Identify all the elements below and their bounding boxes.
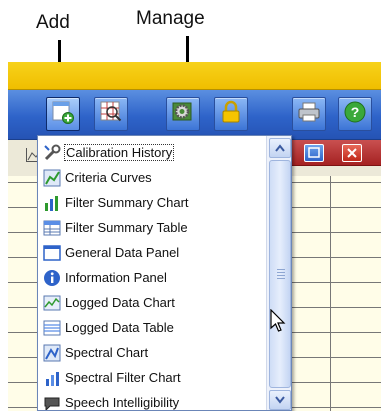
menu-item-spectral-chart[interactable]: Spectral Chart bbox=[38, 340, 266, 365]
line-chart-icon bbox=[42, 293, 61, 312]
menu-item-label: Filter Summary Chart bbox=[65, 195, 189, 210]
data-panel-icon bbox=[42, 243, 61, 262]
speech-icon bbox=[42, 393, 61, 410]
dropdown-scrollbar[interactable] bbox=[266, 136, 291, 410]
manage-callout-label: Manage bbox=[136, 8, 205, 29]
add-panel-icon bbox=[51, 100, 75, 129]
help-icon: ? bbox=[343, 100, 367, 129]
wrench-icon bbox=[42, 143, 61, 162]
toolbar: ? bbox=[8, 90, 381, 140]
printer-icon bbox=[297, 100, 321, 129]
close-button[interactable] bbox=[342, 144, 362, 162]
zoom-button[interactable] bbox=[94, 97, 128, 131]
menu-item-spectral-filter-chart[interactable]: Spectral Filter Chart bbox=[38, 365, 266, 390]
spectral-filter-icon bbox=[42, 368, 61, 387]
info-icon bbox=[42, 268, 61, 287]
menu-item-label: Information Panel bbox=[65, 270, 167, 285]
data-table-icon bbox=[42, 318, 61, 337]
panel-type-list: Calibration History Criteria Curves Filt… bbox=[38, 140, 266, 410]
magnifier-grid-icon bbox=[99, 100, 123, 129]
title-bar bbox=[8, 62, 381, 90]
menu-item-general-data-panel[interactable]: General Data Panel bbox=[38, 240, 266, 265]
mouse-cursor-icon bbox=[270, 308, 286, 338]
add-panel-dropdown: Calibration History Criteria Curves Filt… bbox=[37, 135, 292, 411]
menu-item-label: Logged Data Table bbox=[65, 320, 174, 335]
manage-gear-icon bbox=[171, 100, 195, 129]
padlock-icon bbox=[219, 100, 243, 129]
bar-chart-icon bbox=[42, 193, 61, 212]
chevron-up-icon bbox=[275, 144, 285, 152]
print-button[interactable] bbox=[292, 97, 326, 131]
scroll-up-button[interactable] bbox=[269, 138, 291, 158]
manage-panels-button[interactable] bbox=[166, 97, 200, 131]
menu-item-label: Speech Intelligibility bbox=[65, 395, 180, 410]
menu-item-label: General Data Panel bbox=[65, 245, 180, 260]
table-icon bbox=[42, 218, 61, 237]
spectral-chart-icon bbox=[42, 343, 61, 362]
menu-item-information-panel[interactable]: Information Panel bbox=[38, 265, 266, 290]
help-button[interactable]: ? bbox=[338, 97, 372, 131]
menu-item-calibration-history[interactable]: Calibration History bbox=[38, 140, 266, 165]
criteria-chart-icon bbox=[42, 168, 61, 187]
svg-text:?: ? bbox=[351, 104, 360, 120]
menu-item-label: Criteria Curves bbox=[65, 170, 152, 185]
chevron-down-icon bbox=[275, 396, 285, 404]
add-callout-label: Add bbox=[36, 12, 70, 33]
restore-icon bbox=[308, 147, 320, 158]
scroll-down-button[interactable] bbox=[269, 390, 291, 410]
menu-item-label: Filter Summary Table bbox=[65, 220, 188, 235]
menu-item-filter-summary-table[interactable]: Filter Summary Table bbox=[38, 215, 266, 240]
menu-item-speech-intelligibility[interactable]: Speech Intelligibility bbox=[38, 390, 266, 410]
menu-item-label: Spectral Chart bbox=[65, 345, 149, 360]
menu-item-label: Calibration History bbox=[63, 144, 175, 161]
add-panel-button[interactable] bbox=[46, 97, 80, 131]
restore-button[interactable] bbox=[304, 144, 324, 162]
menu-item-logged-data-chart[interactable]: Logged Data Chart bbox=[38, 290, 266, 315]
menu-item-label: Spectral Filter Chart bbox=[65, 370, 181, 385]
menu-item-logged-data-table[interactable]: Logged Data Table bbox=[38, 315, 266, 340]
menu-item-filter-summary-chart[interactable]: Filter Summary Chart bbox=[38, 190, 266, 215]
scroll-thumb[interactable] bbox=[269, 160, 291, 388]
lock-button[interactable] bbox=[214, 97, 248, 131]
menu-item-criteria-curves[interactable]: Criteria Curves bbox=[38, 165, 266, 190]
menu-item-label: Logged Data Chart bbox=[65, 295, 175, 310]
close-icon bbox=[347, 148, 357, 158]
